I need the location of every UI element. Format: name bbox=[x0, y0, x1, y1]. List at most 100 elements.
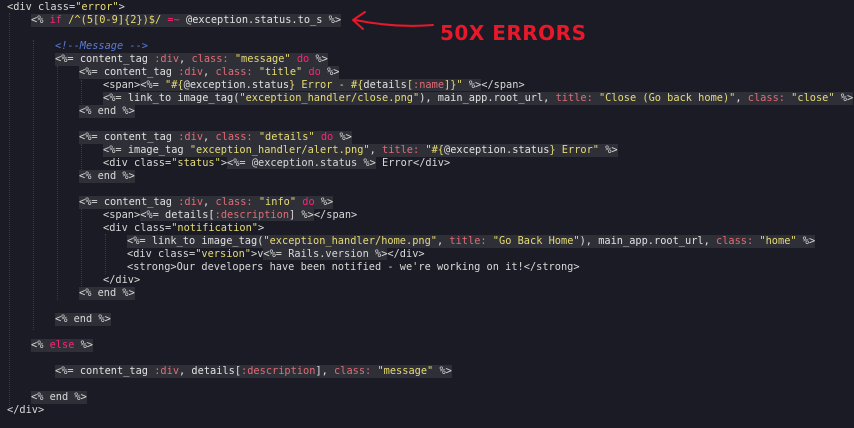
code-line-2: <% if /^(5[0-9]{2})$/ =~ @exception.stat… bbox=[31, 14, 342, 27]
code-line-18: <strong>Our developers have been notifie… bbox=[127, 261, 580, 274]
code-token: , bbox=[203, 196, 216, 208]
code-token: </div> bbox=[387, 248, 425, 260]
code-token: <%= bbox=[79, 66, 104, 78]
code-token: <div class= bbox=[127, 248, 196, 260]
code-token: "#{ bbox=[419, 144, 445, 156]
code-editor[interactable]: <div class="error"> <% if /^(5[0-9]{2})$… bbox=[0, 0, 854, 428]
code-token: class: bbox=[215, 131, 253, 143]
code-token: @exception.status bbox=[183, 79, 290, 91]
code-token: <%= bbox=[55, 365, 80, 377]
code-token: "error" bbox=[75, 1, 119, 13]
code-token: Error</div> bbox=[375, 157, 451, 169]
indent-guide bbox=[81, 80, 82, 106]
code-token: ], bbox=[315, 365, 335, 377]
code-token: @exception.status.to_s bbox=[186, 14, 323, 26]
code-line-11: <div class="status"><%= @exception.statu… bbox=[103, 157, 450, 170]
code-token: class: bbox=[716, 235, 754, 247]
code-token: content_tag bbox=[103, 196, 179, 208]
code-token: :description bbox=[214, 209, 290, 221]
code-token: %> bbox=[433, 365, 452, 377]
code-line-7: <%= link_to image_tag("exception_handler… bbox=[103, 92, 854, 105]
code-line-12: <% end %> bbox=[79, 170, 135, 183]
code-token: "exception_handler/alert.png" bbox=[189, 144, 370, 156]
code-token: "version" bbox=[195, 248, 251, 260]
code-token: class: bbox=[334, 365, 372, 377]
code-token: <%= bbox=[103, 144, 128, 156]
code-token: "Close (Go back home)" bbox=[592, 92, 736, 104]
code-line-21: <% end %> bbox=[55, 313, 111, 326]
code-line-8: <% end %> bbox=[79, 105, 135, 118]
code-line-4: <%= content_tag :div, class: "message" d… bbox=[55, 53, 328, 66]
code-token: <div class= bbox=[7, 1, 76, 13]
code-line-3: <!--Message --> bbox=[55, 40, 148, 53]
code-token: <div class= bbox=[103, 157, 172, 169]
code-token: </span> bbox=[313, 209, 358, 221]
code-token: <% end %> bbox=[55, 313, 111, 325]
code-token: "home" bbox=[753, 235, 797, 247]
indent-guide bbox=[9, 13, 10, 409]
code-token: class: bbox=[191, 53, 229, 65]
code-token: } Error" bbox=[549, 144, 600, 156]
code-token: > bbox=[258, 222, 265, 234]
code-token: %> bbox=[796, 235, 816, 247]
code-token: "message" bbox=[371, 365, 434, 377]
code-token: "details" bbox=[252, 131, 315, 143]
code-comment: <!--Message --> bbox=[55, 40, 148, 52]
code-token: ] %> bbox=[289, 209, 314, 221]
annotation-label: 50X ERRORS bbox=[440, 21, 587, 45]
code-line-24: <% end %> bbox=[31, 391, 87, 404]
code-token: <%= bbox=[140, 79, 166, 91]
code-token: content_tag bbox=[103, 131, 179, 143]
code-token: :div bbox=[154, 53, 180, 65]
code-line-6: <span><%= "#{@exception.status} Error - … bbox=[103, 79, 525, 92]
code-token: "close" bbox=[784, 92, 835, 104]
code-token: "Go Back Home" bbox=[486, 235, 580, 247]
code-token: :name bbox=[413, 79, 445, 91]
annotation-arrow-icon bbox=[352, 11, 434, 30]
indent-guide bbox=[81, 144, 82, 170]
code-token: "status" bbox=[171, 157, 221, 169]
code-token: do bbox=[314, 131, 340, 143]
code-token: <%= Rails.version %> bbox=[263, 248, 388, 260]
code-token: %> bbox=[80, 339, 94, 351]
code-token: , bbox=[735, 92, 748, 104]
code-token: <% bbox=[31, 14, 44, 26]
code-token: <% end %> bbox=[79, 287, 135, 299]
code-token: <%= bbox=[140, 209, 166, 221]
code-token: :div bbox=[178, 131, 204, 143]
code-line-15: <div class="notification"> bbox=[103, 222, 264, 235]
code-token: @exception.status bbox=[444, 144, 550, 156]
code-line-9: <%= content_tag :div, class: "details" d… bbox=[79, 131, 352, 144]
code-token: "exception_handler/home.png" bbox=[263, 235, 437, 247]
code-token: :div bbox=[178, 66, 204, 78]
code-token: %> bbox=[315, 53, 328, 65]
code-token: do bbox=[296, 196, 321, 208]
indent-guide bbox=[57, 66, 58, 300]
code-token: <strong>Our developers have been notifie… bbox=[127, 261, 580, 273]
code-token: , bbox=[179, 53, 192, 65]
code-token: <% end %> bbox=[79, 170, 135, 182]
code-token: </div> bbox=[7, 404, 45, 416]
code-token: class: bbox=[747, 92, 785, 104]
code-token: content_tag bbox=[103, 66, 179, 78]
code-line-13: <%= content_tag :div, class: "info" do %… bbox=[79, 196, 334, 209]
code-token: } Error - #{ bbox=[289, 79, 364, 91]
code-token: content_tag bbox=[79, 53, 155, 65]
code-token: <div class= bbox=[103, 222, 172, 234]
code-token: ), main_app.root_url, bbox=[419, 92, 556, 104]
code-line-19: </div> bbox=[103, 274, 140, 287]
code-token: /^(5[0-9]{2})$/ bbox=[68, 14, 162, 26]
indent-guide bbox=[33, 40, 34, 330]
code-token: <span> bbox=[103, 209, 141, 221]
code-token: details[ bbox=[165, 209, 215, 221]
code-token: "#{ bbox=[165, 79, 184, 91]
code-line-5: <%= content_tag :div, class: "title" do … bbox=[79, 66, 340, 79]
code-token: %> bbox=[462, 79, 482, 91]
code-token: "info" bbox=[252, 196, 297, 208]
code-token: :div bbox=[178, 196, 204, 208]
code-token: <%= bbox=[127, 235, 152, 247]
code-line-25: </div> bbox=[7, 404, 44, 417]
code-token: <%= bbox=[103, 92, 128, 104]
code-line-23: <%= content_tag :div, details[:descripti… bbox=[55, 365, 452, 378]
code-token: %> bbox=[327, 66, 340, 78]
